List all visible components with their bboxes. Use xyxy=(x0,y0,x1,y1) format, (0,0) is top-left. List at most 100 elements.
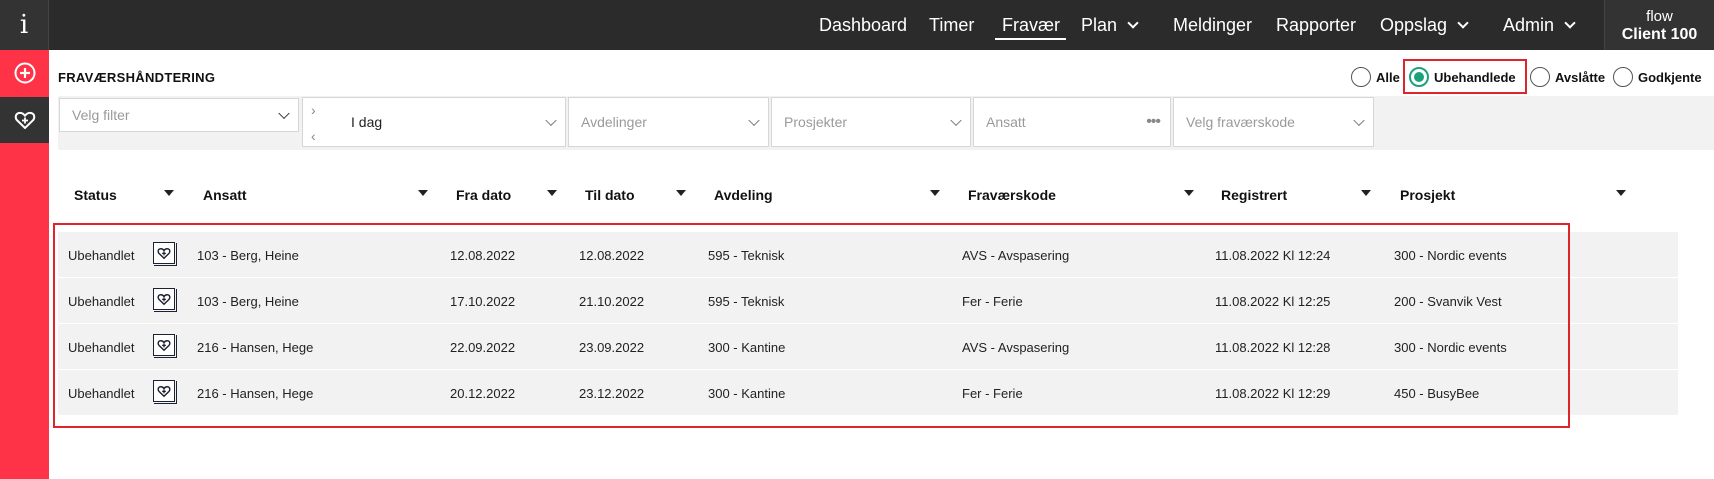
cell-absence-code: Fer - Ferie xyxy=(962,385,1023,401)
column-header-status[interactable]: Status xyxy=(74,187,117,203)
chevron-right-icon[interactable]: › xyxy=(311,103,316,117)
sidebar xyxy=(0,50,49,479)
chevron-down-icon xyxy=(545,114,557,127)
heart-plus-icon[interactable] xyxy=(153,288,177,312)
top-bar: i Dashboard Timer Fravær Plan Meldinger … xyxy=(0,0,1714,50)
date-nav: › ‹ xyxy=(311,103,316,143)
sort-caret-icon[interactable] xyxy=(930,190,940,196)
more-dots-icon: ••• xyxy=(1146,113,1161,130)
sort-caret-icon[interactable] xyxy=(1361,190,1371,196)
nav-label: Meldinger xyxy=(1173,14,1253,35)
cell-absence-code: AVS - Avspasering xyxy=(962,339,1070,355)
chevron-left-icon[interactable]: ‹ xyxy=(311,129,316,143)
column-header-project[interactable]: Prosjekt xyxy=(1400,187,1455,203)
chevron-down-icon xyxy=(1127,16,1139,29)
radio-label: Godkjente xyxy=(1638,69,1702,85)
date-value: I dag xyxy=(351,114,383,130)
column-header-department[interactable]: Avdeling xyxy=(714,187,773,203)
cell-from-date: 12.08.2022 xyxy=(450,247,516,263)
column-header-to-date[interactable]: Til dato xyxy=(585,187,635,203)
cell-registered: 11.08.2022 Kl 12:28 xyxy=(1215,339,1331,355)
nav-dashboard[interactable]: Dashboard xyxy=(819,0,907,50)
date-picker[interactable]: › ‹ I dag xyxy=(302,97,566,147)
app-logo[interactable]: i xyxy=(0,0,49,50)
nav-label: Plan xyxy=(1081,14,1118,35)
radio-label: Avslåtte xyxy=(1555,69,1606,85)
radio-avslatte[interactable]: Avslåtte xyxy=(1530,64,1605,90)
nav-meldinger[interactable]: Meldinger xyxy=(1173,0,1252,50)
heart-plus-icon xyxy=(14,111,35,129)
cell-status: Ubehandlet xyxy=(68,385,135,401)
radio-godkjente[interactable]: Godkjente xyxy=(1613,64,1702,90)
heart-plus-icon[interactable] xyxy=(153,380,177,404)
cell-project: 300 - Nordic events xyxy=(1394,339,1507,355)
cell-from-date: 17.10.2022 xyxy=(450,293,516,309)
radio-alle[interactable]: Alle xyxy=(1351,64,1400,90)
cell-status: Ubehandlet xyxy=(68,339,135,355)
chevron-down-icon xyxy=(748,114,760,127)
nav-label: Oppslag xyxy=(1380,14,1448,35)
column-header-from-date[interactable]: Fra dato xyxy=(456,187,511,203)
cell-employee: 103 - Berg, Heine xyxy=(197,247,299,263)
column-header-absence-code[interactable]: Fraværskode xyxy=(968,187,1056,203)
heart-plus-icon[interactable] xyxy=(153,334,177,358)
client-selector[interactable]: flow Client 100 xyxy=(1604,0,1714,50)
nav-plan[interactable]: Plan xyxy=(1081,0,1139,50)
cell-absence-code: AVS - Avspasering xyxy=(962,247,1070,263)
cell-employee: 216 - Hansen, Hege xyxy=(197,339,314,355)
sort-caret-icon[interactable] xyxy=(676,190,686,196)
cell-to-date: 21.10.2022 xyxy=(579,293,645,309)
filter-select[interactable]: Velg filter xyxy=(59,98,299,132)
cell-registered: 11.08.2022 Kl 12:29 xyxy=(1215,385,1331,401)
nav-label: Dashboard xyxy=(819,14,908,35)
column-header-employee[interactable]: Ansatt xyxy=(203,187,247,203)
cell-to-date: 23.12.2022 xyxy=(579,385,645,401)
employee-select[interactable]: Ansatt ••• xyxy=(973,97,1171,147)
sidebar-absence-button[interactable] xyxy=(0,97,49,143)
table-row[interactable]: Ubehandlet 216 - Hansen, Hege 20.12.2022… xyxy=(58,370,1678,416)
sort-caret-icon[interactable] xyxy=(547,190,557,196)
cell-department: 300 - Kantine xyxy=(708,385,786,401)
table-row[interactable]: Ubehandlet 216 - Hansen, Hege 22.09.2022… xyxy=(58,324,1678,370)
nav-fravaer[interactable]: Fravær xyxy=(995,0,1066,50)
nav-label: Fravær xyxy=(1002,14,1060,35)
highlight-box-radio xyxy=(1403,59,1527,94)
department-select[interactable]: Avdelinger xyxy=(568,97,769,147)
page-title: FRAVÆRSHÅNDTERING xyxy=(58,70,216,85)
radio-circle xyxy=(1530,67,1550,87)
cell-employee: 103 - Berg, Heine xyxy=(197,293,299,309)
nav-admin[interactable]: Admin xyxy=(1503,0,1576,50)
cell-registered: 11.08.2022 Kl 12:25 xyxy=(1215,293,1331,309)
cell-project: 300 - Nordic events xyxy=(1394,247,1507,263)
cell-department: 595 - Teknisk xyxy=(708,247,785,263)
column-header-registered[interactable]: Registrert xyxy=(1221,187,1287,203)
employee-placeholder: Ansatt xyxy=(986,114,1026,130)
project-select[interactable]: Prosjekter xyxy=(771,97,971,147)
nav-oppslag[interactable]: Oppslag xyxy=(1380,0,1469,50)
cell-absence-code: Fer - Ferie xyxy=(962,293,1023,309)
nav-label: Rapporter xyxy=(1276,14,1357,35)
radio-circle xyxy=(1613,67,1633,87)
nav-timer[interactable]: Timer xyxy=(929,0,974,50)
radio-label: Alle xyxy=(1376,69,1400,85)
cell-project: 200 - Svanvik Vest xyxy=(1394,293,1502,309)
heart-plus-icon[interactable] xyxy=(153,242,177,266)
sort-caret-icon[interactable] xyxy=(164,190,174,196)
table-row[interactable]: Ubehandlet 103 - Berg, Heine 17.10.2022 … xyxy=(58,278,1678,324)
table-row[interactable]: Ubehandlet 103 - Berg, Heine 12.08.2022 … xyxy=(58,232,1678,278)
project-placeholder: Prosjekter xyxy=(784,114,848,130)
sort-caret-icon[interactable] xyxy=(418,190,428,196)
cell-status: Ubehandlet xyxy=(68,293,135,309)
cell-from-date: 22.09.2022 xyxy=(450,339,516,355)
absence-code-select[interactable]: Velg fraværskode xyxy=(1173,97,1374,147)
cell-registered: 11.08.2022 Kl 12:24 xyxy=(1215,247,1331,263)
plus-circle-icon xyxy=(14,62,35,84)
cell-project: 450 - BusyBee xyxy=(1394,385,1480,401)
logo-letter: i xyxy=(19,10,29,40)
sort-caret-icon[interactable] xyxy=(1616,190,1626,196)
cell-department: 300 - Kantine xyxy=(708,339,786,355)
sidebar-add-button[interactable] xyxy=(0,50,49,96)
brand-name: flow xyxy=(1646,8,1673,25)
nav-rapporter[interactable]: Rapporter xyxy=(1276,0,1356,50)
sort-caret-icon[interactable] xyxy=(1184,190,1194,196)
